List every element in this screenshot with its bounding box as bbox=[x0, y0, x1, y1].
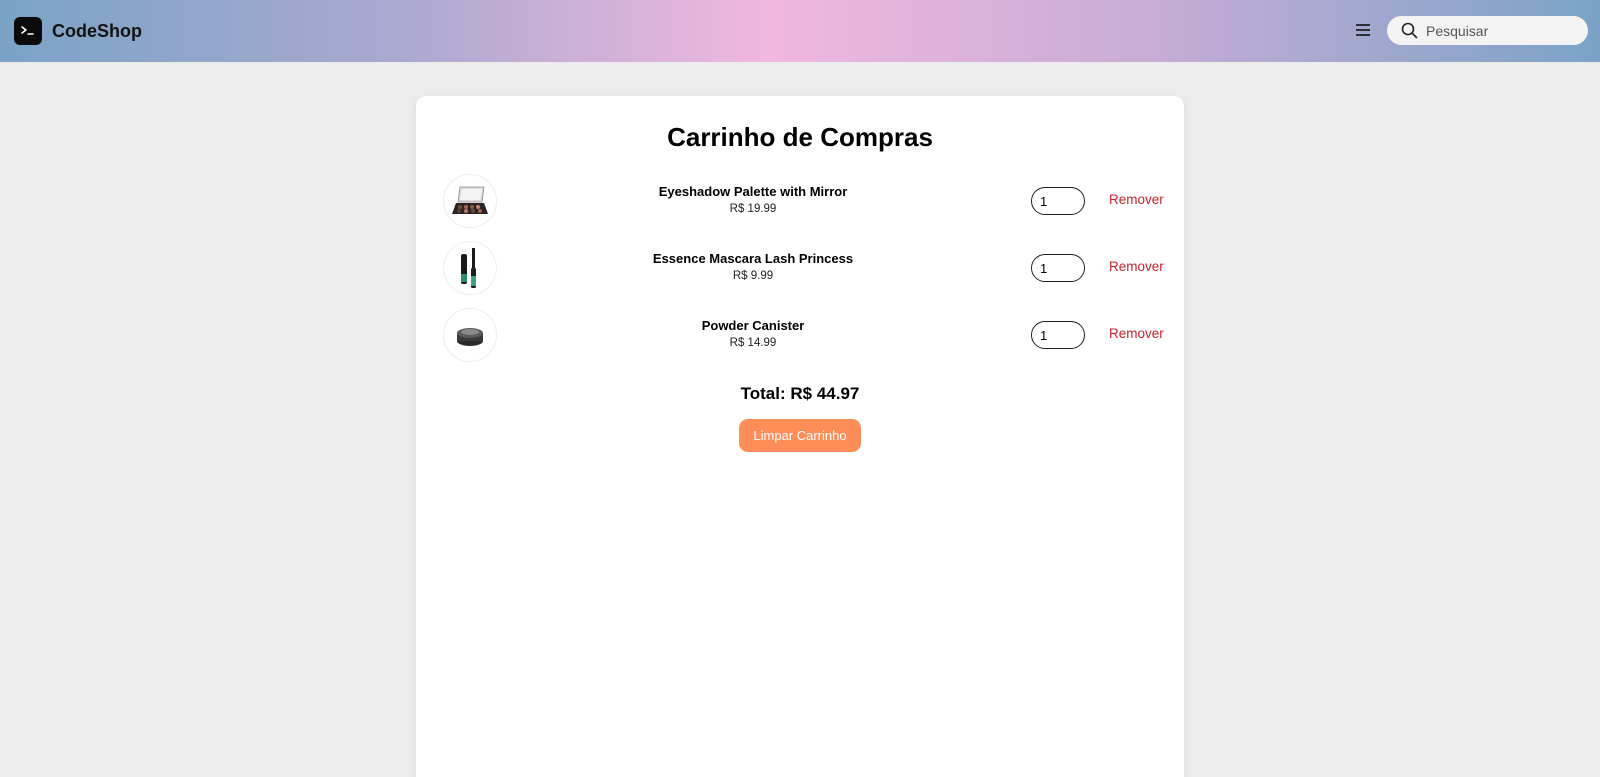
clear-cart-button[interactable]: Limpar Carrinho bbox=[739, 419, 861, 452]
terminal-icon bbox=[14, 17, 42, 45]
product-image-eyeshadow-palette bbox=[443, 174, 497, 228]
cart-total: Total: R$ 44.97 bbox=[740, 384, 860, 403]
remove-item-link[interactable]: Remover bbox=[1109, 326, 1164, 341]
product-image-powder-canister bbox=[443, 308, 497, 362]
item-name: Eyeshadow Palette with Mirror bbox=[658, 184, 848, 199]
quantity-input[interactable] bbox=[1031, 321, 1085, 349]
cart-card: Carrinho de Compras Eyeshadow Palette wi… bbox=[416, 96, 1184, 777]
quantity-input[interactable] bbox=[1031, 187, 1085, 215]
item-price: R$ 14.99 bbox=[729, 337, 777, 349]
hamburger-menu-icon[interactable] bbox=[1354, 21, 1372, 39]
brand-name: CodeShop bbox=[52, 20, 142, 41]
item-price: R$ 19.99 bbox=[729, 203, 777, 215]
remove-item-link[interactable]: Remover bbox=[1109, 259, 1164, 274]
cart-item: Eyeshadow Palette with Mirror R$ 19.99 R… bbox=[443, 174, 1164, 228]
brand-logo-link[interactable]: CodeShop bbox=[14, 17, 142, 45]
item-price: R$ 9.99 bbox=[732, 270, 774, 282]
page-title: Carrinho de Compras bbox=[667, 122, 933, 152]
cart-item: Powder Canister R$ 14.99 Remover bbox=[443, 308, 1164, 362]
remove-item-link[interactable]: Remover bbox=[1109, 192, 1164, 207]
top-navbar: CodeShop bbox=[0, 0, 1600, 62]
cart-item: Essence Mascara Lash Princess R$ 9.99 Re… bbox=[443, 241, 1164, 295]
item-info: Powder Canister R$ 14.99 bbox=[593, 318, 913, 349]
item-info: Essence Mascara Lash Princess R$ 9.99 bbox=[593, 251, 913, 282]
product-image-mascara bbox=[443, 241, 497, 295]
item-info: Eyeshadow Palette with Mirror R$ 19.99 bbox=[593, 184, 913, 215]
search-icon bbox=[1401, 22, 1418, 39]
search-input[interactable] bbox=[1426, 22, 1576, 39]
item-name: Powder Canister bbox=[701, 318, 805, 333]
quantity-input[interactable] bbox=[1031, 254, 1085, 282]
item-name: Essence Mascara Lash Princess bbox=[652, 251, 854, 266]
search-box bbox=[1387, 16, 1588, 45]
